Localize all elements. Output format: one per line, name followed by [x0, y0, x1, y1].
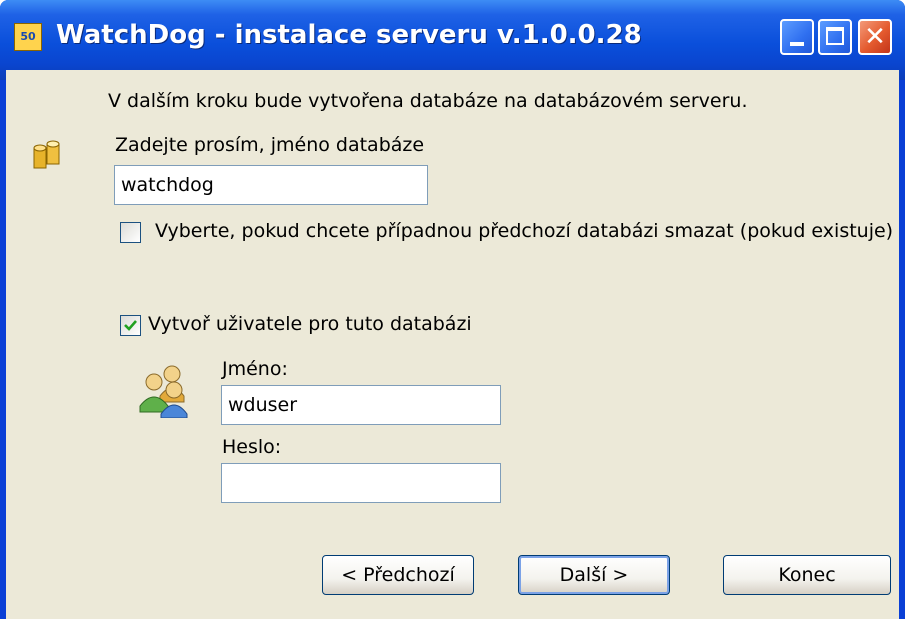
maximize-button[interactable]	[818, 19, 852, 55]
close-icon: ✕	[864, 22, 886, 52]
create-user-checkbox[interactable]	[120, 315, 141, 336]
users-icon	[139, 365, 188, 418]
exit-button[interactable]: Konec	[723, 555, 891, 595]
title-bar[interactable]: 50 WatchDog - instalace serveru v.1.0.0.…	[0, 0, 905, 80]
minimize-icon	[790, 42, 804, 46]
window-title: WatchDog - instalace serveru v.1.0.0.28	[56, 20, 642, 50]
installer-window: 50 WatchDog - instalace serveru v.1.0.0.…	[0, 0, 905, 619]
intro-text: V dalším kroku bude vytvořena databáze n…	[108, 90, 748, 112]
maximize-icon	[826, 27, 844, 45]
create-user-label: Vytvoř uživatele pro tuto databázi	[148, 313, 472, 335]
password-input[interactable]	[221, 463, 501, 503]
back-button[interactable]: < Předchozí	[322, 555, 474, 595]
close-button[interactable]: ✕	[858, 19, 892, 55]
username-input[interactable]: wduser	[221, 385, 501, 425]
database-icon	[33, 140, 60, 169]
delete-database-checkbox[interactable]	[120, 222, 141, 243]
app-icon: 50	[14, 23, 42, 51]
next-button[interactable]: Další >	[518, 555, 670, 595]
check-icon	[124, 320, 137, 331]
wizard-body: V dalším kroku bude vytvořena databáze n…	[6, 70, 899, 619]
username-label: Jméno:	[222, 358, 288, 380]
database-name-input[interactable]: watchdog	[114, 165, 428, 205]
password-label: Heslo:	[222, 436, 282, 458]
delete-database-label: Vyberte, pokud chcete případnou předchoz…	[155, 220, 894, 242]
minimize-button[interactable]	[780, 19, 814, 55]
database-name-label: Zadejte prosím, jméno databáze	[115, 134, 425, 156]
